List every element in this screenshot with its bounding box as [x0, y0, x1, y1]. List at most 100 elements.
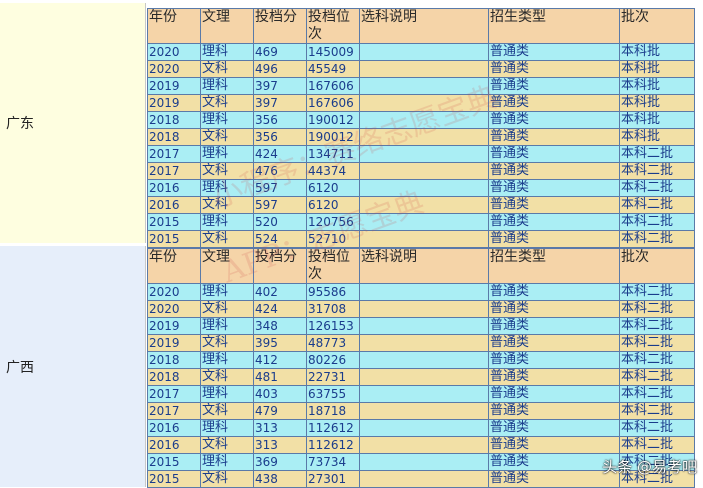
province-cell-guangdong: 广东: [0, 3, 146, 243]
subject-cell: 文科: [200, 470, 254, 488]
type-cell: 普通类: [488, 351, 620, 369]
batch-cell: 本科二批: [619, 419, 695, 437]
subject-note-cell: [359, 230, 489, 248]
province-name-guangdong: 广东: [6, 116, 34, 132]
rank-cell: 6120: [306, 179, 360, 197]
table-row: 2019 文科 395 48773 普通类 本科二批: [147, 334, 695, 352]
table-row: 2016 理科 313 112612 普通类 本科二批: [147, 419, 695, 437]
rank-cell: 73734: [306, 453, 360, 471]
type-cell: 普通类: [488, 300, 620, 318]
year-cell: 2018: [147, 351, 201, 369]
type-cell: 普通类: [488, 43, 620, 61]
table-header-row: 年份 文理 投档分 投档位次 选科说明 招生类型 批次: [147, 8, 695, 44]
rank-cell: 6120: [306, 196, 360, 214]
subject-cell: 文科: [200, 94, 254, 112]
type-cell: 普通类: [488, 77, 620, 95]
type-cell: 普通类: [488, 317, 620, 335]
table-row: 2020 文科 424 31708 普通类 本科二批: [147, 300, 695, 318]
type-cell: 普通类: [488, 128, 620, 146]
table-row: 2019 理科 397 167606 普通类 本科批: [147, 77, 695, 95]
batch-cell: 本科二批: [619, 162, 695, 180]
score-cell: 313: [253, 436, 307, 454]
rank-cell: 45549: [306, 60, 360, 78]
score-cell: 424: [253, 300, 307, 318]
type-cell: 普通类: [488, 470, 620, 488]
table-row: 2017 理科 424 134711 普通类 本科二批: [147, 145, 695, 163]
subject-cell: 文科: [200, 402, 254, 420]
subject-note-cell: [359, 351, 489, 369]
subject-note-cell: [359, 145, 489, 163]
year-cell: 2016: [147, 419, 201, 437]
subject-cell: 理科: [200, 179, 254, 197]
score-cell: 520: [253, 213, 307, 231]
batch-cell: 本科二批: [619, 436, 695, 454]
province-name-guangxi: 广西: [6, 359, 34, 376]
subject-note-cell: [359, 162, 489, 180]
rank-cell: 120756: [306, 213, 360, 231]
column-header-rank: 投档位次: [306, 248, 360, 284]
subject-note-cell: [359, 317, 489, 335]
subject-note-cell: [359, 453, 489, 471]
subject-cell: 理科: [200, 111, 254, 129]
province-cell-guangxi: 广西: [0, 246, 146, 487]
type-cell: 普通类: [488, 402, 620, 420]
type-cell: 普通类: [488, 368, 620, 386]
column-header-type: 招生类型: [488, 248, 620, 284]
guangdong-block: 广东 年份 文理 投档分 投档位次 选科说明 招生类型 批次 2020 理科 469 145009 普…: [0, 3, 703, 248]
batch-cell: 本科二批: [619, 145, 695, 163]
batch-cell: 本科二批: [619, 300, 695, 318]
subject-note-cell: [359, 196, 489, 214]
table-row: 2018 文科 481 22731 普通类 本科二批: [147, 368, 695, 386]
subject-cell: 文科: [200, 368, 254, 386]
rank-cell: 22731: [306, 368, 360, 386]
subject-cell: 理科: [200, 43, 254, 61]
batch-cell: 本科批: [619, 43, 695, 61]
year-cell: 2017: [147, 145, 201, 163]
year-cell: 2020: [147, 60, 201, 78]
subject-note-cell: [359, 43, 489, 61]
year-cell: 2015: [147, 453, 201, 471]
table-row: 2018 理科 356 190012 普通类 本科批: [147, 111, 695, 129]
type-cell: 普通类: [488, 60, 620, 78]
year-cell: 2018: [147, 128, 201, 146]
score-cell: 469: [253, 43, 307, 61]
table-row: 2018 理科 412 80226 普通类 本科二批: [147, 351, 695, 369]
rank-cell: 134711: [306, 145, 360, 163]
batch-cell: 本科二批: [619, 317, 695, 335]
batch-cell: 本科二批: [619, 385, 695, 403]
table-row: 2020 文科 496 45549 普通类 本科批: [147, 60, 695, 78]
column-header-subject-note: 选科说明: [359, 248, 489, 284]
batch-cell: 本科批: [619, 111, 695, 129]
rank-cell: 190012: [306, 128, 360, 146]
batch-cell: 本科二批: [619, 402, 695, 420]
type-cell: 普通类: [488, 453, 620, 471]
column-header-score: 投档分: [253, 248, 307, 284]
subject-cell: 理科: [200, 351, 254, 369]
column-header-type: 招生类型: [488, 8, 620, 44]
column-header-subject-note: 选科说明: [359, 8, 489, 44]
rank-cell: 27301: [306, 470, 360, 488]
table-row: 2017 文科 476 44374 普通类 本科二批: [147, 162, 695, 180]
score-cell: 402: [253, 283, 307, 301]
subject-cell: 理科: [200, 317, 254, 335]
year-cell: 2017: [147, 402, 201, 420]
rank-cell: 145009: [306, 43, 360, 61]
type-cell: 普通类: [488, 334, 620, 352]
table-row: 2015 理科 520 120756 普通类 本科二批: [147, 213, 695, 231]
type-cell: 普通类: [488, 145, 620, 163]
year-cell: 2015: [147, 213, 201, 231]
year-cell: 2016: [147, 196, 201, 214]
score-cell: 348: [253, 317, 307, 335]
table-row: 2018 文科 356 190012 普通类 本科批: [147, 128, 695, 146]
table-row: 2019 文科 397 167606 普通类 本科批: [147, 94, 695, 112]
column-header-score: 投档分: [253, 8, 307, 44]
subject-note-cell: [359, 111, 489, 129]
year-cell: 2016: [147, 179, 201, 197]
score-cell: 412: [253, 351, 307, 369]
subject-note-cell: [359, 94, 489, 112]
subject-note-cell: [359, 213, 489, 231]
batch-cell: 本科二批: [619, 196, 695, 214]
subject-note-cell: [359, 419, 489, 437]
table-row: 2020 理科 469 145009 普通类 本科批: [147, 43, 695, 61]
year-cell: 2018: [147, 111, 201, 129]
